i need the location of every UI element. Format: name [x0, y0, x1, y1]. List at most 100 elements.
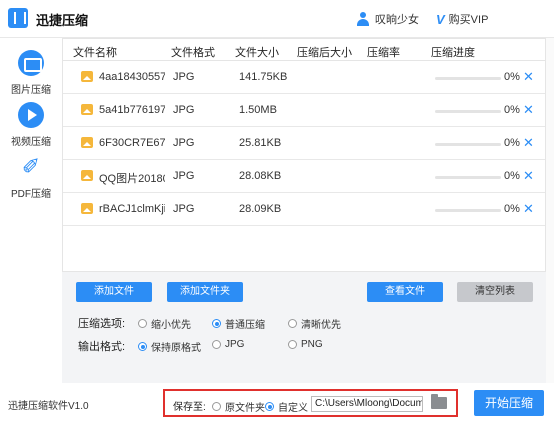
radio-dot	[138, 319, 147, 328]
main-panel: 文件名称 文件格式 文件大小 压缩后大小 压缩率 压缩进度 4aa1843055…	[62, 38, 546, 383]
user-name: 叹晌少女	[375, 14, 419, 26]
remove-file-icon[interactable]: ✕	[523, 69, 534, 85]
file-size: 25.81KB	[239, 137, 282, 149]
pdf-icon: ✐	[21, 154, 41, 179]
file-name: 6F30CR7E672...	[99, 137, 165, 149]
image-file-icon	[81, 170, 93, 181]
progress-bar	[435, 110, 501, 113]
add-folder-button[interactable]: 添加文件夹	[167, 282, 243, 302]
remove-file-icon[interactable]: ✕	[523, 135, 534, 151]
add-file-button[interactable]: 添加文件	[76, 282, 152, 302]
image-file-icon	[81, 203, 93, 214]
progress-bar	[435, 77, 501, 80]
remove-file-icon[interactable]: ✕	[523, 201, 534, 217]
file-size: 28.08KB	[239, 170, 282, 182]
app-title: 迅捷压缩	[36, 13, 89, 28]
table-row[interactable]: 6F30CR7E672... JPG 25.81KB 0%✕	[63, 127, 545, 160]
radio-dot	[288, 319, 297, 328]
col-header: 文件大小	[235, 47, 279, 59]
play-icon	[18, 102, 44, 128]
table-row[interactable]: 5a41b776197... JPG 1.50MB 0%✕	[63, 94, 545, 127]
file-table: 文件名称 文件格式 文件大小 压缩后大小 压缩率 压缩进度 4aa1843055…	[62, 38, 546, 272]
version-text: 迅捷压缩软件V1.0	[8, 401, 89, 412]
file-format: JPG	[173, 137, 195, 149]
remove-file-icon[interactable]: ✕	[523, 168, 534, 184]
progress-bar	[435, 143, 501, 146]
radio-label: 保持原格式	[151, 343, 201, 354]
file-format: JPG	[173, 203, 195, 215]
file-format: JPG	[173, 170, 195, 182]
radio-label: 清晰优先	[301, 320, 341, 331]
start-compress-button[interactable]: 开始压缩	[474, 390, 544, 416]
sidebar-item-video[interactable]: 视频压缩	[0, 102, 62, 148]
progress-percent: 0%	[504, 71, 520, 83]
title-bar: 迅捷压缩 叹晌少女 V 购买VIP	[0, 0, 554, 38]
radio-label: JPG	[225, 339, 245, 350]
radio-compress-normal[interactable]: 普通压缩	[212, 316, 265, 331]
sidebar-item-label: 视频压缩	[11, 137, 51, 148]
radio-dot	[212, 340, 221, 349]
sidebar-item-label: 图片压缩	[11, 85, 51, 96]
radio-format-jpg[interactable]: JPG	[212, 339, 244, 350]
file-format: JPG	[173, 71, 195, 83]
table-row[interactable]: QQ图片201803... JPG 28.08KB 0%✕	[63, 160, 545, 193]
folder-icon[interactable]	[431, 394, 447, 409]
radio-dot	[212, 319, 221, 328]
sidebar-item-pdf[interactable]: ✐ PDF压缩	[0, 154, 62, 200]
col-header: 文件格式	[171, 47, 215, 59]
file-size: 28.09KB	[239, 203, 282, 215]
sidebar: 图片压缩 视频压缩 ✐ PDF压缩	[0, 38, 62, 383]
user-account[interactable]: 叹晌少女	[356, 11, 419, 27]
radio-dot	[212, 402, 221, 411]
file-name: rBACJ1clmKjiA...	[99, 203, 165, 215]
col-header: 压缩率	[367, 47, 400, 59]
save-path-input[interactable]: C:\Users\Mloong\Documents	[311, 396, 423, 412]
file-format: JPG	[173, 104, 195, 116]
image-icon	[18, 50, 44, 76]
footer: 迅捷压缩软件V1.0 保存至: 原文件夹 自定义 C:\Users\Mloong…	[0, 383, 554, 423]
table-row[interactable]: rBACJ1clmKjiA... JPG 28.09KB 0%✕	[63, 193, 545, 226]
compress-options-label: 压缩选项:	[78, 318, 126, 330]
radio-format-original[interactable]: 保持原格式	[138, 339, 201, 354]
col-header: 文件名称	[73, 47, 117, 59]
col-header: 压缩进度	[431, 47, 475, 59]
clear-list-button[interactable]: 清空列表	[457, 282, 533, 302]
radio-compress-clear[interactable]: 清晰优先	[288, 316, 341, 331]
radio-save-custom[interactable]: 自定义	[265, 399, 308, 414]
buy-vip-button[interactable]: V 购买VIP	[436, 11, 488, 27]
radio-label: PNG	[301, 339, 323, 350]
vip-label: 购买VIP	[448, 14, 489, 26]
file-name: 5a41b776197...	[99, 104, 165, 116]
file-name: 4aa184305570...	[99, 71, 165, 83]
save-label: 保存至:	[173, 402, 206, 413]
radio-format-png[interactable]: PNG	[288, 339, 323, 350]
radio-label: 自定义	[278, 403, 308, 414]
radio-compress-small[interactable]: 缩小优先	[138, 316, 191, 331]
file-size: 141.75KB	[239, 71, 288, 83]
radio-dot	[138, 342, 147, 351]
user-icon	[356, 12, 370, 26]
output-format-label: 输出格式:	[78, 341, 126, 353]
image-file-icon	[81, 104, 93, 115]
radio-save-original[interactable]: 原文件夹	[212, 399, 265, 414]
radio-label: 缩小优先	[151, 320, 191, 331]
progress-percent: 0%	[504, 203, 520, 215]
radio-dot	[288, 340, 297, 349]
view-file-button[interactable]: 查看文件	[367, 282, 443, 302]
file-name: QQ图片201803...	[99, 173, 165, 185]
sidebar-item-label: PDF压缩	[11, 189, 51, 200]
image-file-icon	[81, 71, 93, 82]
radio-dot	[265, 402, 274, 411]
col-header: 压缩后大小	[297, 47, 352, 59]
progress-percent: 0%	[504, 170, 520, 182]
sidebar-item-image[interactable]: 图片压缩	[0, 50, 62, 96]
file-size: 1.50MB	[239, 104, 277, 116]
table-row[interactable]: 4aa184305570... JPG 141.75KB 0%✕	[63, 61, 545, 94]
radio-label: 普通压缩	[225, 320, 265, 331]
progress-bar	[435, 176, 501, 179]
progress-bar	[435, 209, 501, 212]
image-file-icon	[81, 137, 93, 148]
vip-icon: V	[436, 11, 445, 27]
scrollbar[interactable]	[546, 38, 554, 383]
remove-file-icon[interactable]: ✕	[523, 102, 534, 118]
